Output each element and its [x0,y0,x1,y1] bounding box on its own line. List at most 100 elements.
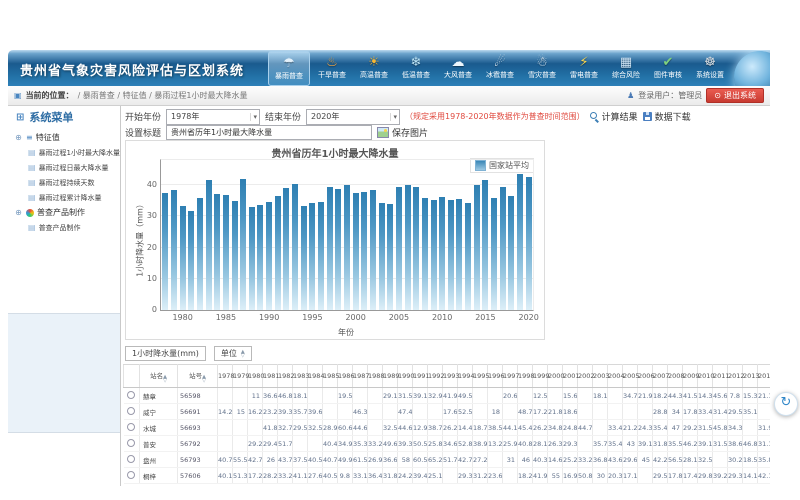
value-cell [383,404,398,420]
value-cell: 61.5 [353,452,368,468]
sort-icons[interactable]: ▲▽ [202,375,206,383]
year-header[interactable]: 2006 [638,365,653,388]
value-cell: 46 [518,452,533,468]
tree-item[interactable]: ▤暴雨过程持续天数 [14,175,120,190]
station-id-header[interactable]: 站号▲▽ [178,365,218,388]
year-header[interactable]: 2004 [608,365,623,388]
tool-rainstorm-survey[interactable]: ☂暴雨普查 [268,51,310,86]
value-cell: 33.2 [368,436,383,452]
tool-snow-survey[interactable]: ☃雪灾普查 [522,51,562,84]
value-cell [293,436,308,452]
value-cell: 65.2 [428,452,443,468]
value-cell: 33.2 [278,468,293,484]
start-year-select[interactable]: 1978年 ▾ [166,109,260,125]
tool-drought-survey[interactable]: ♨干旱普查 [312,51,352,84]
chart-bar [223,195,229,310]
row-radio[interactable] [127,439,135,447]
year-header[interactable]: 1982 [278,365,293,388]
refresh-floating-button[interactable]: ↻ [774,392,798,416]
year-header[interactable]: 1980 [248,365,263,388]
tree-item[interactable]: ▤暴雨过程1小时最大降水量 [14,145,120,160]
value-cell: 45 [638,452,653,468]
data-download-button[interactable]: 数据下载 [643,110,691,123]
chart-title-input[interactable] [166,125,372,140]
element-selector[interactable]: 1小时降水量(mm) [125,346,206,361]
year-header[interactable]: 1996 [488,365,503,388]
document-icon: ▤ [28,193,36,202]
tool-high-temp-survey[interactable]: ☀高温普查 [354,51,394,84]
year-header[interactable]: 1998 [518,365,533,388]
value-cell: 21.1 [758,388,771,404]
year-header[interactable]: 1981 [263,365,278,388]
value-cell [473,404,488,420]
row-radio[interactable] [127,423,135,431]
tool-lightning-survey[interactable]: ⚡雷电普查 [564,51,604,84]
row-radio[interactable] [127,455,135,463]
year-header[interactable]: 1983 [293,365,308,388]
year-header[interactable]: 1991 [413,365,428,388]
year-header[interactable]: 1985 [323,365,338,388]
row-radio[interactable] [127,471,135,479]
tool-comprehensive-risk[interactable]: ▦综合风险 [606,51,646,84]
tool-map-review[interactable]: ✔图件审核 [648,51,688,84]
year-header[interactable]: 2014 [758,365,771,388]
tree-group-header[interactable]: ⊕≡特征值 [14,130,120,145]
tree-group-header[interactable]: ⊕普查产品制作 [14,205,120,220]
year-header[interactable]: 1997 [503,365,518,388]
tree-item[interactable]: ▤暴雨过程日最大降水量 [14,160,120,175]
year-header[interactable]: 1994 [458,365,473,388]
value-cell: 30.2 [728,452,743,468]
year-header[interactable]: 2009 [683,365,698,388]
year-header[interactable]: 2005 [623,365,638,388]
value-cell: 30 [593,468,608,484]
expand-icon[interactable]: ⊕ [14,208,23,217]
sort-icons[interactable]: ▲ ▽ [241,350,245,358]
chart-bar [171,190,177,310]
year-header[interactable]: 2007 [653,365,668,388]
expand-icon[interactable]: ⊕ [14,133,23,142]
unit-selector[interactable]: 单位 ▲ ▽ [214,346,252,361]
tool-hail-survey[interactable]: ☄冰雹普查 [480,51,520,84]
chart-bar [344,185,350,310]
year-header[interactable]: 1992 [428,365,443,388]
year-header[interactable]: 1995 [473,365,488,388]
year-header[interactable]: 1979 [233,365,248,388]
tool-low-temp-survey[interactable]: ❄低温普查 [396,51,436,84]
sort-icons[interactable]: ▲▽ [163,375,167,383]
tree-item[interactable]: ▤暴雨过程累计降水量 [14,190,120,205]
year-header[interactable]: 1990 [398,365,413,388]
row-radio[interactable] [127,391,135,399]
year-header[interactable]: 2001 [563,365,578,388]
year-header[interactable]: 1986 [338,365,353,388]
save-image-button[interactable]: 保存图片 [377,126,428,139]
app-title: 贵州省气象灾害风险评估与区划系统 [20,60,244,79]
value-cell: 44.6 [353,420,368,436]
tool-wind-survey[interactable]: ☁大风普查 [438,51,478,84]
year-header[interactable]: 2002 [578,365,593,388]
year-header[interactable]: 1999 [533,365,548,388]
year-header[interactable]: 1987 [353,365,368,388]
end-year-select[interactable]: 2020年 ▾ [306,109,400,125]
year-header[interactable]: 1988 [368,365,383,388]
row-radio[interactable] [127,407,135,415]
value-cell: 34.8 [548,420,563,436]
year-header[interactable]: 2013 [743,365,758,388]
year-header[interactable]: 2010 [698,365,713,388]
year-header[interactable]: 1993 [443,365,458,388]
year-header[interactable]: 1984 [308,365,323,388]
value-cell: 33.1 [353,468,368,484]
year-header[interactable]: 2012 [728,365,743,388]
end-year-value: 2020年 [311,111,339,122]
value-cell: 40.4 [323,436,338,452]
year-header[interactable]: 2003 [593,365,608,388]
year-header[interactable]: 2011 [713,365,728,388]
year-header[interactable]: 2008 [668,365,683,388]
year-header[interactable]: 1978 [218,365,233,388]
tree-item-label: 普查产品制作 [39,223,81,233]
logout-button[interactable]: ⊙ 退出系统 [706,88,764,103]
year-header[interactable]: 2000 [548,365,563,388]
calc-result-button[interactable]: 计算结果 [590,110,638,123]
tree-item[interactable]: ▤普查产品制作 [14,220,120,235]
station-name-header[interactable]: 站名▲▽ [140,365,178,388]
year-header[interactable]: 1989 [383,365,398,388]
